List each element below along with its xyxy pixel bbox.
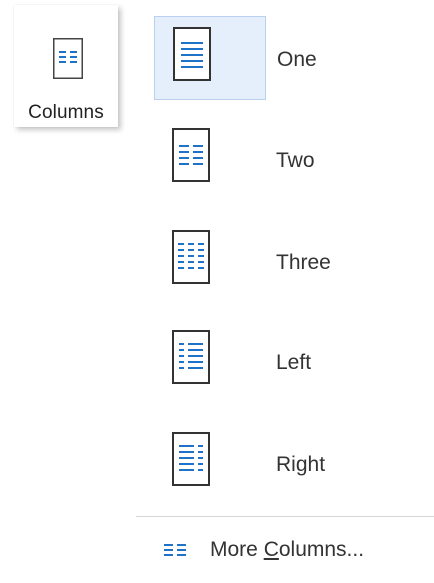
menu-item-two[interactable]: Two: [154, 118, 315, 202]
menu-item-label: One: [277, 48, 317, 71]
menu-item-left[interactable]: Left: [154, 320, 311, 404]
more-columns-button[interactable]: More Columns...: [136, 522, 434, 578]
more-columns-label-pre: More: [210, 538, 264, 561]
two-columns-icon: [172, 128, 210, 182]
menu-separator: [136, 516, 434, 517]
columns-icon: [53, 38, 83, 79]
columns-button-label: Columns: [28, 102, 104, 123]
left-column-icon: [172, 330, 210, 384]
one-column-icon: [173, 27, 211, 81]
menu-item-label: Three: [276, 251, 331, 274]
right-column-icon: [172, 432, 210, 486]
more-columns-label-post: olumns...: [278, 538, 365, 561]
menu-item-label: Right: [276, 453, 326, 476]
menu-item-right[interactable]: Right: [154, 422, 325, 506]
columns-button[interactable]: Columns: [14, 5, 118, 127]
more-columns-accelerator: C: [263, 538, 279, 561]
menu-item-label: Left: [276, 351, 312, 374]
menu-item-one[interactable]: One: [154, 16, 317, 100]
columns-dropdown-menu: One Two Three Left Right More Columns...: [136, 0, 434, 583]
more-columns-icon: [164, 544, 186, 556]
columns-ui: Columns One Two Three Left Right More Co…: [0, 0, 434, 583]
more-columns-label: More Columns...: [210, 538, 364, 562]
menu-item-label: Two: [276, 149, 315, 172]
three-columns-icon: [172, 230, 210, 284]
menu-item-three[interactable]: Three: [154, 220, 331, 304]
